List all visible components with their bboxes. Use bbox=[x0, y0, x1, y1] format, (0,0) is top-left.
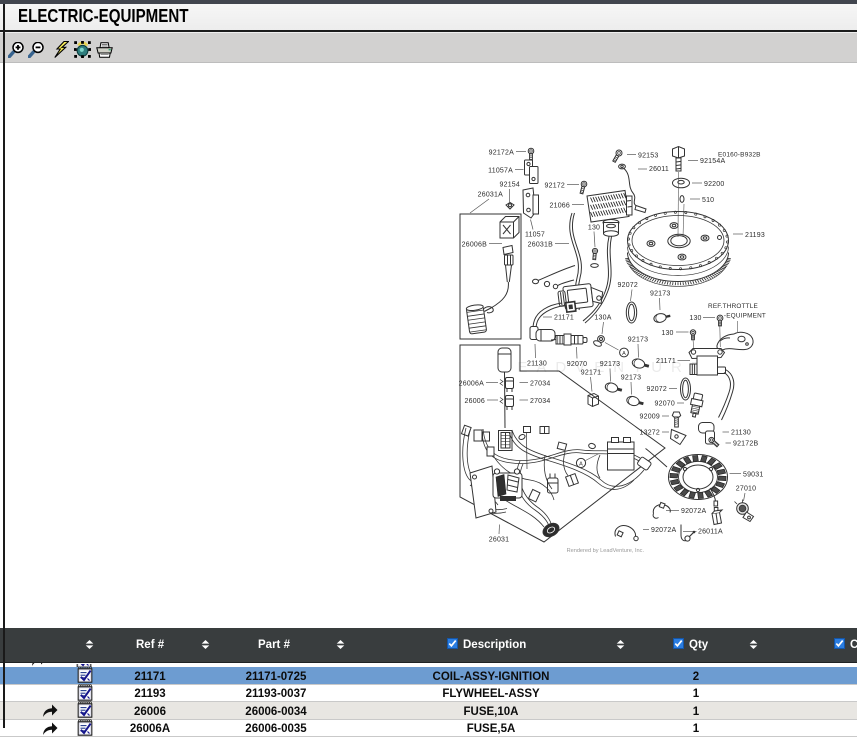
svg-text:510: 510 bbox=[702, 197, 714, 204]
svg-text:21171: 21171 bbox=[554, 315, 574, 322]
svg-text:92172: 92172 bbox=[545, 183, 565, 190]
svg-text:27034: 27034 bbox=[530, 398, 550, 405]
svg-text:130A: 130A bbox=[594, 315, 611, 322]
svg-text:-EQUIPMENT: -EQUIPMENT bbox=[724, 313, 766, 320]
svg-text:92070: 92070 bbox=[567, 361, 587, 368]
svg-text:Rendered by LeadVenture, Inc.: Rendered by LeadVenture, Inc. bbox=[567, 548, 645, 554]
svg-text:26031B: 26031B bbox=[528, 242, 553, 249]
svg-text:26006: 26006 bbox=[465, 398, 485, 405]
svg-text:26031A: 26031A bbox=[478, 192, 503, 199]
svg-text:21193: 21193 bbox=[745, 232, 765, 239]
svg-text:26031: 26031 bbox=[489, 537, 509, 544]
svg-text:27010: 27010 bbox=[736, 486, 756, 493]
svg-text:A: A bbox=[622, 351, 626, 357]
svg-text:26011A: 26011A bbox=[698, 529, 723, 536]
svg-text:92154A: 92154A bbox=[700, 158, 725, 165]
svg-text:92009: 92009 bbox=[640, 414, 660, 421]
svg-text:92172B: 92172B bbox=[733, 441, 758, 448]
svg-text:92172A: 92172A bbox=[489, 150, 514, 157]
svg-text:92072A: 92072A bbox=[681, 508, 706, 515]
svg-text:26011: 26011 bbox=[649, 166, 669, 173]
svg-text:21066: 21066 bbox=[550, 203, 570, 210]
svg-text:92154: 92154 bbox=[500, 182, 520, 189]
svg-text:REF.THROTTLE: REF.THROTTLE bbox=[708, 303, 758, 310]
svg-text:92171: 92171 bbox=[581, 370, 601, 377]
svg-text:26006B: 26006B bbox=[462, 242, 487, 249]
svg-text:13272: 13272 bbox=[640, 430, 660, 437]
svg-text:92072: 92072 bbox=[647, 386, 667, 393]
svg-text:92173: 92173 bbox=[628, 337, 648, 344]
svg-text:92072: 92072 bbox=[618, 282, 638, 289]
svg-text:11057A: 11057A bbox=[488, 168, 513, 175]
svg-text:92200: 92200 bbox=[704, 181, 724, 188]
svg-text:92173: 92173 bbox=[650, 291, 670, 298]
svg-text:21130: 21130 bbox=[731, 430, 751, 437]
svg-text:92070: 92070 bbox=[655, 401, 675, 408]
svg-text:92173: 92173 bbox=[600, 361, 620, 368]
svg-text:27034: 27034 bbox=[530, 381, 550, 388]
svg-text:130: 130 bbox=[588, 225, 600, 232]
svg-text:A: A bbox=[579, 462, 583, 468]
svg-text:59031: 59031 bbox=[743, 472, 763, 479]
svg-text:92072A: 92072A bbox=[651, 527, 676, 534]
svg-text:92153: 92153 bbox=[638, 153, 658, 160]
svg-text:26006A: 26006A bbox=[459, 381, 484, 388]
svg-text:21130: 21130 bbox=[527, 361, 547, 368]
svg-text:92173: 92173 bbox=[621, 375, 641, 382]
svg-text:130: 130 bbox=[689, 315, 701, 322]
svg-text:21171: 21171 bbox=[656, 358, 676, 365]
svg-text:130: 130 bbox=[661, 330, 673, 337]
svg-text:11057: 11057 bbox=[525, 232, 545, 239]
